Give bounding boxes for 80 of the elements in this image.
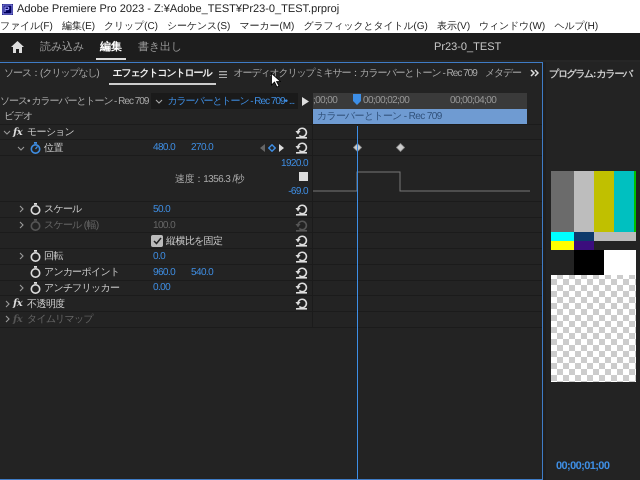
property-value[interactable]: 50.0 [153, 204, 170, 215]
menu-item[interactable]: ヘルプ(H) [554, 18, 598, 32]
effect-name: モーション [27, 126, 76, 140]
workspace-tab[interactable]: 書き出し [134, 33, 186, 60]
reset-icon[interactable] [295, 126, 308, 139]
property-name: 回転 [44, 250, 64, 264]
source-label: ソース• カラーバーとトーン - Rec 709 [0, 95, 148, 108]
menu-item[interactable]: シーケンス(S) [167, 18, 230, 32]
reset-icon[interactable] [295, 141, 308, 154]
window-title: Adobe Premiere Pro 2023 - Z:¥Adobe_TEST¥Pr23-0_TEST.prproj [17, 3, 340, 15]
menu-item[interactable]: マーカー(M) [239, 18, 294, 32]
reset-icon[interactable] [295, 202, 308, 216]
property-name: スケール (幅) [44, 219, 100, 232]
menu-item[interactable]: クリップ(C) [104, 18, 158, 32]
menu-item[interactable]: グラフィックとタイトル(G) [303, 18, 428, 32]
reset-icon[interactable] [295, 281, 308, 294]
property-name: アンチフリッカー [44, 282, 120, 295]
app-icon [2, 4, 13, 14]
chevron-right-icon[interactable] [2, 300, 10, 308]
chevron-down-icon[interactable] [16, 144, 24, 152]
graph-max-value: 1920.0 [281, 158, 308, 170]
add-keyframe-icon[interactable] [268, 144, 276, 152]
chevron-down-icon [155, 97, 164, 105]
property-value[interactable]: 0.00 [153, 282, 170, 294]
reset-icon[interactable] [295, 250, 308, 263]
home-icon [11, 40, 24, 52]
effect-name: タイムリマップ [27, 312, 94, 326]
chevron-down-icon[interactable] [2, 128, 10, 136]
property-value[interactable]: 0.0 [153, 250, 166, 262]
keyframe-icon[interactable] [396, 143, 405, 152]
next-keyframe-icon[interactable] [279, 144, 284, 152]
stopwatch-icon[interactable] [30, 203, 41, 216]
section-label: ビデオ [4, 110, 32, 124]
play-icon [302, 96, 310, 106]
check-icon [152, 236, 162, 245]
graph-min-value: -69.0 [288, 186, 308, 198]
stopwatch-icon[interactable] [30, 250, 41, 262]
project-name: Pr23-0_TEST [434, 40, 502, 54]
property-value[interactable]: 270.0 [191, 142, 214, 154]
panel-title: プログラム: カラーバ [549, 67, 632, 81]
menu-item[interactable]: ウィンドウ(W) [479, 18, 546, 32]
reset-icon[interactable] [295, 266, 308, 279]
fx-label: fx [13, 298, 24, 310]
property-value[interactable]: 960.0 [153, 266, 176, 278]
time-ruler[interactable]: ;00;00 00;00;02;00 00;00;04;00 [313, 93, 527, 109]
panel-tab[interactable]: エフェクトコントロール [108, 63, 216, 85]
workspace-tab[interactable]: 読み込み [36, 33, 88, 60]
ruler-label: 00;00;02;00 [363, 95, 410, 106]
chevron-right-icon[interactable] [16, 252, 24, 260]
checkbox-label: 縦横比を固定 [166, 234, 224, 248]
previous-keyframe-icon[interactable] [260, 144, 265, 152]
reset-icon[interactable] [295, 297, 308, 310]
panel-tab[interactable]: ソース：(クリップなし) [0, 63, 103, 85]
menu-item[interactable]: 表示(V) [436, 18, 470, 32]
property-name: スケール [44, 203, 83, 216]
panel-tab[interactable]: メタデー [480, 63, 525, 85]
timecode[interactable]: 00;00;01;00 [556, 460, 610, 472]
overflow-icon [528, 69, 539, 77]
playhead-handle-icon [353, 94, 361, 105]
stopwatch-icon[interactable] [30, 266, 41, 278]
chevron-right-icon[interactable] [16, 205, 24, 214]
stopwatch-icon[interactable] [30, 142, 41, 154]
ruler-label: ;00;00 [313, 95, 338, 106]
property-value[interactable]: 540.0 [191, 266, 214, 278]
ruler-label: 00;00;04;00 [450, 95, 496, 106]
velocity-label: 速度：1356.3 /秒 [175, 172, 244, 186]
effect-name: 不透明度 [27, 298, 66, 311]
menu-icon [218, 70, 227, 78]
reset-icon[interactable] [295, 234, 308, 248]
clip-dropdown[interactable]: カラーバーとトーン - Rec 709• ... [151, 93, 298, 109]
property-name: アンカーポイント [44, 266, 120, 280]
checkbox[interactable] [151, 234, 163, 247]
menu-item[interactable]: 編集(E) [62, 18, 96, 32]
chevron-right-icon[interactable] [16, 284, 24, 292]
property-name: 位置 [44, 142, 64, 155]
property-value[interactable]: 480.0 [153, 142, 176, 154]
graph-toggle[interactable] [299, 172, 308, 182]
menu-item[interactable]: ファイル(F) [0, 18, 53, 32]
fx-label: fx [13, 126, 24, 138]
stopwatch-icon[interactable] [30, 282, 41, 294]
